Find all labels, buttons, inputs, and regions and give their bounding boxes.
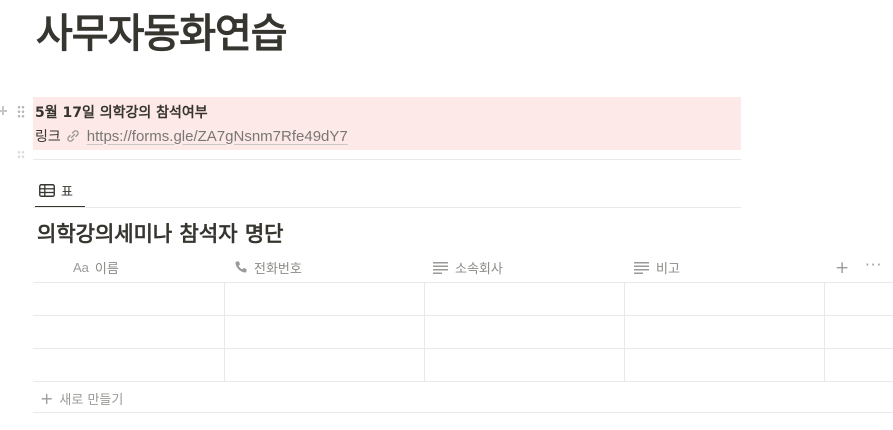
column-header-name[interactable]: Aa 이름 xyxy=(73,252,119,282)
database-title[interactable]: 의학강의세미나 참석자 명단 xyxy=(37,218,283,248)
add-block-plus-icon[interactable] xyxy=(0,104,8,118)
divider xyxy=(33,207,741,208)
column-header-notes[interactable]: 비고 xyxy=(634,252,680,282)
table-icon xyxy=(39,183,55,197)
table-cell[interactable] xyxy=(425,349,624,381)
table-cell[interactable] xyxy=(625,283,824,315)
plus-icon: + xyxy=(40,388,54,408)
callout-link-row: 링크 https://forms.gle/ZA7gNsnm7Rfe49dY7 xyxy=(35,126,348,146)
callout-block[interactable]: 5월 17일 의학강의 참석여부 링크 https://forms.gle/ZA… xyxy=(33,97,741,150)
table-bottom-divider xyxy=(33,412,893,413)
drag-handle-icon[interactable] xyxy=(17,105,25,119)
table-cell[interactable] xyxy=(225,283,424,315)
page-title[interactable]: 사무자동화연습 xyxy=(36,4,288,64)
table-cell[interactable] xyxy=(425,316,624,348)
table-cell[interactable] xyxy=(33,349,224,381)
table-cell[interactable] xyxy=(625,349,824,381)
table-cell[interactable] xyxy=(225,316,424,348)
table-row-divider xyxy=(33,381,893,382)
table-cell[interactable] xyxy=(33,283,224,315)
text-lines-icon xyxy=(634,261,649,274)
column-header-company[interactable]: 소속회사 xyxy=(433,252,503,282)
drag-handle-icon[interactable] xyxy=(17,150,25,160)
divider xyxy=(33,159,741,160)
table-header-row: Aa 이름 전화번호 소속회사 비고 + ··· xyxy=(33,252,893,282)
add-column-icon[interactable]: + xyxy=(835,258,849,278)
callout-link-url[interactable]: https://forms.gle/ZA7gNsnm7Rfe49dY7 xyxy=(87,128,348,145)
table-cell[interactable] xyxy=(425,283,624,315)
more-options-icon[interactable]: ··· xyxy=(865,256,882,274)
new-row-button[interactable]: + 새로 만들기 xyxy=(40,387,123,409)
column-label: 전화번호 xyxy=(254,261,302,277)
column-label: 이름 xyxy=(94,261,119,277)
callout-title: 5월 17일 의학강의 참석여부 xyxy=(35,105,208,121)
tab-label: 표 xyxy=(61,184,73,200)
text-lines-icon xyxy=(433,261,448,274)
table-cell[interactable] xyxy=(625,316,824,348)
new-row-label: 새로 만들기 xyxy=(59,392,124,408)
column-label: 비고 xyxy=(656,261,680,277)
tab-table-view[interactable]: 표 xyxy=(35,174,77,206)
column-divider xyxy=(824,282,825,381)
table-cell[interactable] xyxy=(225,349,424,381)
link-icon xyxy=(67,130,79,142)
column-header-phone[interactable]: 전화번호 xyxy=(234,252,302,282)
column-label: 소속회사 xyxy=(455,261,503,277)
text-property-icon: Aa xyxy=(73,259,89,275)
table-cell[interactable] xyxy=(33,316,224,348)
phone-icon xyxy=(235,261,247,273)
link-label: 링크 xyxy=(35,129,61,145)
